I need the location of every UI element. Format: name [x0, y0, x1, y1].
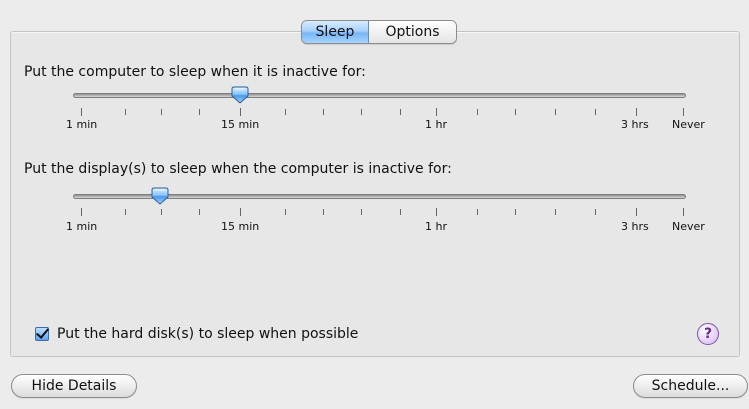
- tick-1-min: [81, 208, 82, 216]
- sleep-options-tabs: Sleep Options: [301, 20, 457, 44]
- tick-1-hr: [436, 208, 437, 216]
- tab-sleep[interactable]: Sleep: [302, 21, 369, 43]
- tick: [595, 109, 596, 115]
- tick-never: [683, 208, 684, 216]
- display-sleep-label: Put the display(s) to sleep when the com…: [24, 161, 452, 177]
- tick-label-1-hr: 1 hr: [425, 118, 447, 131]
- display-sleep-ticks: [73, 208, 686, 216]
- display-sleep-slider-thumb[interactable]: [151, 187, 169, 205]
- tick: [285, 109, 286, 115]
- tick-label-1-min: 1 min: [66, 220, 98, 233]
- computer-sleep-ticks: [73, 108, 686, 116]
- tick-label-15-min: 15 min: [221, 220, 260, 233]
- tick: [161, 109, 162, 115]
- tick: [323, 109, 324, 115]
- schedule-button[interactable]: Schedule...: [633, 374, 748, 398]
- slider-thumb-icon: [151, 187, 169, 205]
- hard-disk-sleep-checkbox[interactable]: [35, 327, 49, 341]
- tick: [515, 109, 516, 115]
- computer-sleep-slider[interactable]: [73, 86, 686, 104]
- tick: [323, 209, 324, 215]
- tick-15-min: [240, 108, 241, 116]
- tick-15-min: [240, 208, 241, 216]
- hard-disk-sleep-row[interactable]: Put the hard disk(s) to sleep when possi…: [35, 326, 358, 342]
- tick: [125, 109, 126, 115]
- tick-1-hr: [436, 108, 437, 116]
- tick-label-1-min: 1 min: [66, 118, 98, 131]
- tick: [477, 209, 478, 215]
- tick-label-3-hrs: 3 hrs: [621, 220, 649, 233]
- tick: [125, 209, 126, 215]
- tick: [199, 109, 200, 115]
- tick-3-hrs: [636, 108, 637, 116]
- tick-label-never: Never: [672, 118, 705, 131]
- tab-options[interactable]: Options: [369, 21, 456, 43]
- tick: [361, 109, 362, 115]
- tick-label-3-hrs: 3 hrs: [621, 118, 649, 131]
- tick-label-15-min: 15 min: [221, 118, 260, 131]
- tick-never: [683, 108, 684, 116]
- tick: [400, 209, 401, 215]
- tick-label-never: Never: [672, 220, 705, 233]
- tick-3-hrs: [636, 208, 637, 216]
- tick-label-1-hr: 1 hr: [425, 220, 447, 233]
- computer-sleep-label: Put the computer to sleep when it is ina…: [24, 64, 366, 80]
- hide-details-button[interactable]: Hide Details: [11, 374, 137, 398]
- tick: [361, 209, 362, 215]
- tick: [199, 209, 200, 215]
- tick: [161, 209, 162, 215]
- help-button[interactable]: ?: [697, 323, 719, 345]
- tick: [555, 109, 556, 115]
- computer-sleep-slider-thumb[interactable]: [231, 86, 249, 104]
- energy-saver-window: Sleep Options Put the computer to sleep …: [0, 0, 749, 409]
- tick: [477, 109, 478, 115]
- tick-1-min: [81, 108, 82, 116]
- display-sleep-slider[interactable]: [73, 187, 686, 205]
- tick: [555, 209, 556, 215]
- tick: [400, 109, 401, 115]
- tick: [595, 209, 596, 215]
- computer-sleep-track: [73, 93, 686, 98]
- tick: [285, 209, 286, 215]
- hard-disk-sleep-label[interactable]: Put the hard disk(s) to sleep when possi…: [57, 326, 358, 342]
- tick: [515, 209, 516, 215]
- slider-thumb-icon: [231, 86, 249, 104]
